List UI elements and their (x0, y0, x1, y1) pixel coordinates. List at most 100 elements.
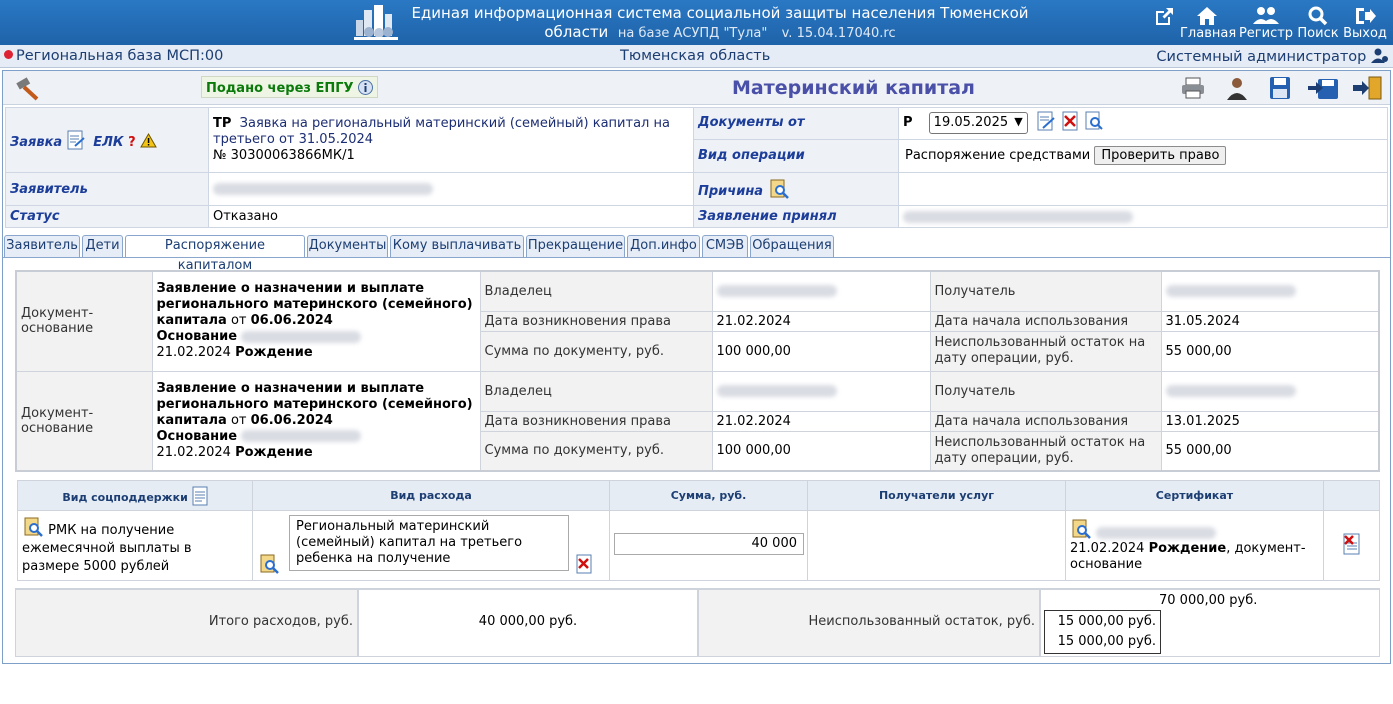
support-type-cell: РМК на получение ежемесячной выплаты в р… (17, 510, 253, 581)
status-bar: Региональная база МСП:00 Тюменская облас… (0, 45, 1393, 68)
doc-row: Документ-основание Заявление о назначени… (15, 370, 1380, 472)
col-expense-type: Вид расхода (252, 480, 610, 511)
check-right-button[interactable]: Проверить право (1094, 146, 1227, 165)
edit-document-icon[interactable] (67, 130, 85, 150)
search-icon (1308, 6, 1328, 26)
service-recipients-cell (807, 510, 1066, 581)
nav-exit[interactable]: Выход (1342, 5, 1388, 43)
doc-name[interactable]: Заявление о назначении и выплате региона… (151, 270, 481, 372)
save-icon[interactable] (1267, 76, 1293, 100)
rest-value: 55 000,00 (1160, 330, 1380, 372)
user-info[interactable]: Системный администратор (1156, 48, 1389, 65)
app-title: Единая информационная система социальной… (405, 4, 1035, 43)
zayavka-value: ТР Заявка на региональный материнский (с… (208, 107, 694, 173)
reason-lookup-icon[interactable] (768, 178, 790, 200)
tab-appeals[interactable]: Обращения (750, 235, 834, 257)
support-lookup-icon[interactable] (22, 516, 44, 538)
tab-smev[interactable]: СМЭВ (702, 235, 748, 257)
certificate-person-blurred (1096, 526, 1217, 539)
applicant-name-blurred (213, 183, 433, 195)
doc-name[interactable]: Заявление о назначении и выплате региона… (151, 370, 481, 472)
zayavka-label: Заявка (10, 135, 63, 150)
info-icon[interactable] (358, 80, 374, 95)
hammer-icon[interactable] (15, 75, 41, 101)
doc-type: Документ-основание (15, 370, 153, 472)
doc-from: от (230, 313, 247, 329)
docs-date-select[interactable]: 19.05.2025 ▼ (928, 112, 1028, 134)
open-external-button[interactable] (1150, 5, 1178, 43)
basis-documents-table: Документ-основание Заявление о назначени… (15, 270, 1380, 472)
rest-label: Неиспользованный остаток на дату операци… (929, 430, 1162, 472)
right-date-value: 21.02.2024 (711, 410, 931, 432)
use-start-value: 13.01.2025 (1160, 410, 1380, 432)
doc-date: 06.06.2024 (250, 412, 333, 428)
accepted-by-value (898, 205, 1388, 228)
expense-lookup-icon[interactable] (258, 553, 280, 575)
chevron-down-icon: ▼ (1014, 115, 1023, 128)
recipient-value (1160, 370, 1380, 412)
doc-basis-person-blurred (241, 330, 362, 343)
expense-textarea[interactable]: Региональный материнский (семейный) капи… (289, 515, 569, 571)
delete-row-icon[interactable] (1341, 532, 1363, 556)
epgu-label: Подано через ЕПГУ (206, 81, 354, 96)
app-title-line2: области (544, 23, 609, 41)
delete-doc-icon[interactable] (1060, 111, 1080, 131)
zayavka-cell: Заявка ЕЛК ? (5, 107, 209, 173)
zayavka-code: ТР (213, 116, 232, 131)
applicant-label: Заявитель (5, 172, 209, 206)
zayavka-number: № 30300063866МК/1 (213, 148, 355, 163)
zayavka-text[interactable]: Заявка на региональный материнский (семе… (213, 116, 670, 147)
elk-label[interactable]: ЕЛК (93, 135, 123, 150)
person-icon[interactable] (1224, 76, 1250, 100)
rest-value: 55 000,00 (1160, 430, 1380, 472)
save-exit-icon[interactable] (1308, 76, 1340, 100)
view-doc-icon[interactable] (1084, 111, 1104, 131)
doc-basis-label: Основание (156, 428, 238, 444)
recipient-label: Получатель (929, 270, 1162, 312)
nav-register[interactable]: Регистр (1238, 5, 1294, 43)
tab-termination[interactable]: Прекращение (526, 235, 625, 257)
certificate-event: Рождение (1148, 541, 1227, 556)
rest-label: Неиспользованный остаток на дату операци… (929, 330, 1162, 372)
tab-extra-info[interactable]: Доп.инфо (627, 235, 700, 257)
use-start-label: Дата начала использования (929, 410, 1162, 432)
tab-payee[interactable]: Кому выплачивать (390, 235, 524, 257)
tab-children[interactable]: Дети (82, 235, 123, 257)
reason-value (898, 172, 1388, 206)
edit-doc-icon[interactable] (1036, 111, 1056, 131)
accepted-by-label: Заявление принял (693, 205, 899, 228)
support-type-value: РМК на получение ежемесячной выплаты в р… (22, 522, 192, 574)
question-icon[interactable]: ? (128, 135, 136, 150)
tab-documents[interactable]: Документы (307, 235, 388, 257)
applicant-value (208, 172, 694, 206)
doc-basis-event: Рождение (235, 444, 313, 460)
warning-icon[interactable] (140, 132, 158, 148)
exit-icon (1356, 8, 1376, 24)
document-list-icon[interactable] (192, 486, 208, 506)
clear-expense-icon[interactable] (574, 553, 594, 575)
unused-rest-line2: 15 000,00 руб. (1057, 634, 1156, 649)
owner-name-blurred (716, 385, 837, 397)
accepted-by-name-blurred (903, 210, 1133, 223)
nav-home[interactable]: Главная (1180, 5, 1236, 43)
print-icon[interactable] (1180, 76, 1206, 100)
db-label: Региональная база МСП:00 (16, 48, 224, 64)
right-date-label: Дата возникновения права (479, 410, 713, 432)
docs-from-ops-value: Р 19.05.2025 ▼ Распоряжение средствами Пр… (898, 107, 1388, 173)
tab-applicant[interactable]: Заявитель (4, 235, 80, 257)
tab-capital-disposal[interactable]: Распоряжение капиталом (125, 235, 305, 273)
nav-search[interactable]: Поиск (1296, 5, 1340, 43)
exit-form-icon[interactable] (1353, 76, 1383, 100)
tab-content: Документ-основание Заявление о назначени… (3, 257, 1390, 663)
certificate-lookup-icon[interactable] (1070, 518, 1092, 540)
recipient-name-blurred (1165, 385, 1296, 397)
doc-basis-date: 21.02.2024 (156, 444, 231, 460)
nav-search-label: Поиск (1297, 26, 1339, 41)
use-start-value: 31.05.2024 (1160, 310, 1380, 332)
unused-rest-line1: 15 000,00 руб. (1057, 614, 1156, 629)
doc-basis-label: Основание (156, 329, 238, 345)
certificate-date: 21.02.2024 (1070, 541, 1145, 556)
amount-input[interactable]: 40 000 (614, 533, 804, 555)
col-service-recipients: Получатели услуг (807, 480, 1066, 511)
app-version: v. 15.04.17040.rc (781, 26, 896, 41)
